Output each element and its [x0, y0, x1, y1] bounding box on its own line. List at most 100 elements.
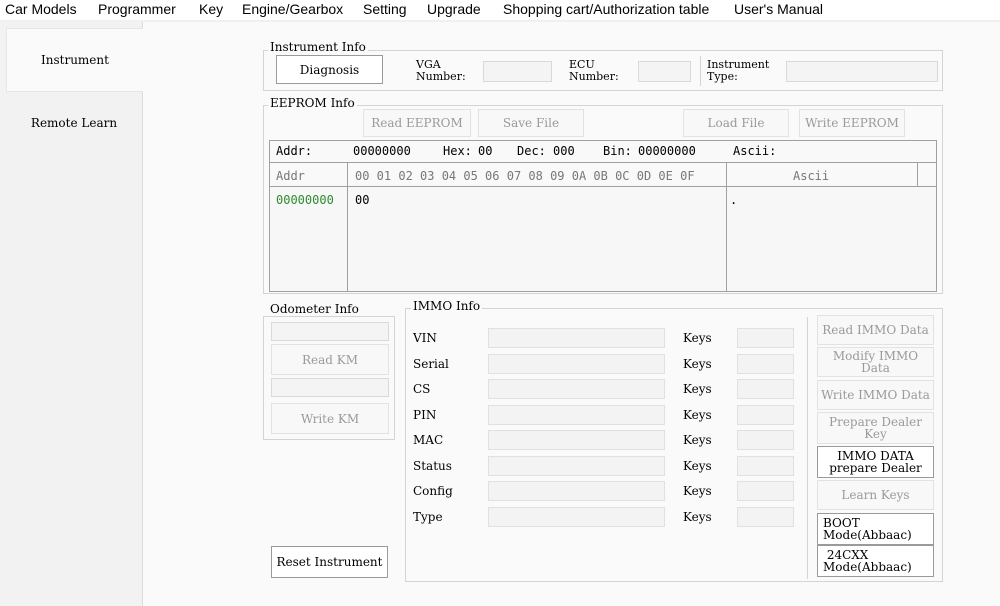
- immo-pin-label: PIN: [413, 408, 437, 422]
- immo-keys-field: [737, 507, 794, 527]
- immo-keys-field: [737, 354, 794, 374]
- immo-status-label: Status: [413, 459, 452, 473]
- write-eeprom-button[interactable]: Write EEPROM: [799, 109, 905, 137]
- immo-vin-label: VIN: [413, 331, 437, 345]
- 24cxx-mode-button[interactable]: 24CXX Mode(Abbaac): [817, 545, 934, 577]
- eeprom-addr-value: 00000000: [353, 144, 411, 158]
- odometer-field-1: [271, 322, 389, 341]
- immo-config-field: [488, 481, 665, 501]
- save-file-button[interactable]: Save File: [478, 109, 584, 137]
- write-km-label: Write KM: [300, 411, 360, 426]
- read-immo-data-button[interactable]: Read IMMO Data: [817, 315, 934, 345]
- instrument-type-field: [786, 61, 938, 82]
- immo-keys-label: Keys: [683, 331, 712, 345]
- divider: [807, 317, 808, 579]
- eeprom-row-addr[interactable]: 00000000: [276, 193, 334, 207]
- reset-instrument-label: Reset Instrument: [276, 555, 383, 569]
- immo-keys-field: [737, 405, 794, 425]
- read-immo-data-label: Read IMMO Data: [822, 323, 929, 337]
- prepare-dealer-key-label: Prepare Dealer Key: [829, 415, 922, 441]
- eeprom-bin-value: 00000000: [638, 144, 696, 158]
- immo-keys-label: Keys: [683, 459, 712, 473]
- immo-keys-label: Keys: [683, 357, 712, 371]
- immo-keys-label: Keys: [683, 382, 712, 396]
- eeprom-bin-label: Bin:: [603, 144, 632, 158]
- load-file-button[interactable]: Load File: [683, 109, 789, 137]
- menu-engine-gearbox[interactable]: Engine/Gearbox: [242, 0, 343, 18]
- write-immo-data-label: Write IMMO Data: [821, 388, 930, 402]
- divider: [726, 163, 727, 291]
- boot-mode-button[interactable]: BOOT Mode(Abbaac): [817, 513, 934, 545]
- odometer-field-2: [271, 378, 389, 397]
- immo-keys-field: [737, 456, 794, 476]
- eeprom-info-title: EEPROM Info: [268, 96, 357, 110]
- immo-keys-field: [737, 481, 794, 501]
- vga-number-field: [483, 61, 552, 82]
- write-immo-data-button[interactable]: Write IMMO Data: [817, 380, 934, 410]
- write-km-button[interactable]: Write KM: [271, 403, 389, 434]
- sidebar-item-label: Remote Learn: [30, 116, 118, 130]
- diagnosis-button[interactable]: Diagnosis: [276, 55, 383, 84]
- eeprom-col-addr: Addr: [276, 169, 305, 183]
- immo-serial-label: Serial: [413, 357, 449, 371]
- instrument-type-label: Instrument Type:: [707, 58, 770, 83]
- immo-keys-field: [737, 430, 794, 450]
- immo-status-field: [488, 456, 665, 476]
- learn-keys-button[interactable]: Learn Keys: [817, 480, 934, 510]
- eeprom-dec-label: Dec:: [517, 144, 546, 158]
- menu-shopping-cart[interactable]: Shopping cart/Authorization table: [503, 0, 709, 18]
- immo-config-label: Config: [413, 484, 453, 498]
- ecu-number-field: [638, 61, 691, 82]
- load-file-label: Load File: [707, 116, 765, 130]
- vga-number-label: VGA Number:: [416, 58, 466, 83]
- immo-type-label: Type: [413, 510, 443, 524]
- eeprom-row-hex[interactable]: 00: [355, 193, 369, 207]
- immo-cs-label: CS: [413, 382, 431, 396]
- save-file-label: Save File: [502, 116, 560, 130]
- eeprom-ascii-label: Ascii:: [733, 144, 777, 158]
- sidebar-item-remote-learn[interactable]: Remote Learn: [6, 110, 142, 136]
- sidebar-item-instrument[interactable]: Instrument: [6, 28, 144, 92]
- sidebar-item-label: Instrument: [41, 53, 109, 67]
- immo-mac-field: [488, 430, 665, 450]
- read-km-label: Read KM: [301, 352, 359, 367]
- write-eeprom-label: Write EEPROM: [805, 116, 899, 130]
- immo-mac-label: MAC: [413, 433, 444, 447]
- main-panel: Instrument Info Diagnosis VGA Number: EC…: [143, 22, 1000, 606]
- menu-setting[interactable]: Setting: [363, 0, 407, 18]
- menu-programmer[interactable]: Programmer: [98, 0, 176, 18]
- eeprom-addr-label: Addr:: [276, 144, 313, 158]
- ecu-number-label: ECU Number:: [569, 58, 619, 83]
- eeprom-col-ascii: Ascii: [793, 169, 830, 183]
- menu-users-manual[interactable]: User's Manual: [734, 0, 823, 18]
- boot-mode-label: BOOT Mode(Abbaac): [823, 516, 912, 542]
- odometer-info-title: Odometer Info: [268, 302, 361, 316]
- immo-data-prepare-dealer-button[interactable]: IMMO DATA prepare Dealer: [817, 446, 934, 478]
- prepare-dealer-key-button[interactable]: Prepare Dealer Key: [817, 412, 934, 444]
- divider: [917, 163, 918, 187]
- immo-data-prepare-dealer-label: IMMO DATA prepare Dealer: [829, 449, 922, 475]
- menu-upgrade[interactable]: Upgrade: [427, 0, 481, 18]
- 24cxx-mode-label: 24CXX Mode(Abbaac): [823, 548, 912, 574]
- read-eeprom-label: Read EEPROM: [371, 116, 463, 130]
- modify-immo-data-button[interactable]: Modify IMMO Data: [817, 347, 934, 377]
- immo-keys-field: [737, 379, 794, 399]
- immo-keys-label: Keys: [683, 433, 712, 447]
- immo-keys-label: Keys: [683, 408, 712, 422]
- immo-keys-label: Keys: [683, 510, 712, 524]
- read-eeprom-button[interactable]: Read EEPROM: [363, 109, 471, 137]
- menu-bar: Car Models Programmer Key Engine/Gearbox…: [0, 0, 1000, 20]
- menu-key[interactable]: Key: [199, 0, 223, 18]
- read-km-button[interactable]: Read KM: [271, 344, 389, 375]
- eeprom-row-ascii[interactable]: .: [730, 193, 737, 207]
- modify-immo-data-label: Modify IMMO Data: [832, 349, 919, 375]
- immo-pin-field: [488, 405, 665, 425]
- eeprom-hex-value: 00: [478, 144, 493, 158]
- immo-type-field: [488, 507, 665, 527]
- immo-cs-field: [488, 379, 665, 399]
- reset-instrument-button[interactable]: Reset Instrument: [271, 546, 388, 578]
- immo-keys-label: Keys: [683, 484, 712, 498]
- divider: [347, 163, 348, 291]
- menu-car-models[interactable]: Car Models: [5, 0, 77, 18]
- instrument-info-title: Instrument Info: [268, 40, 368, 54]
